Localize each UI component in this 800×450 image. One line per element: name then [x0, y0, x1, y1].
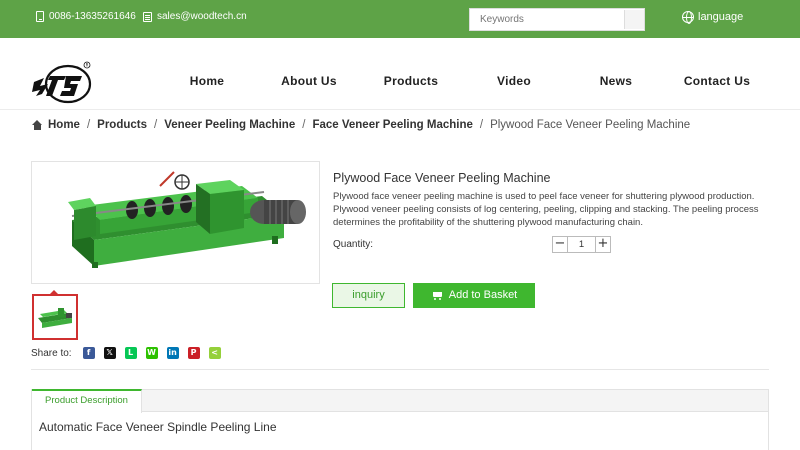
- breadcrumb-home[interactable]: Home: [48, 119, 80, 131]
- phone-icon: [36, 11, 44, 22]
- product-main-image[interactable]: [31, 161, 320, 284]
- breadcrumb-veneer-peeling-machine[interactable]: Veneer Peeling Machine: [164, 119, 295, 131]
- machine-thumbnail-illustration: [38, 308, 72, 328]
- breadcrumb-separator: /: [479, 119, 484, 131]
- sharethis-icon[interactable]: <: [208, 347, 221, 359]
- product-title: Plywood Face Veneer Peeling Machine: [333, 171, 551, 185]
- tab-content-title: Automatic Face Veneer Spindle Peeling Li…: [39, 420, 277, 434]
- globe-icon: [682, 11, 694, 24]
- breadcrumb-face-veneer-peeling-machine[interactable]: Face Veneer Peeling Machine: [312, 119, 472, 131]
- search-input[interactable]: [470, 9, 624, 30]
- quantity-input[interactable]: 1: [567, 236, 596, 253]
- x-twitter-icon[interactable]: 𝕏: [103, 347, 116, 359]
- breadcrumb-separator: /: [302, 119, 306, 131]
- share-bar: Share to: f 𝕏 L W in P <: [31, 346, 221, 360]
- inquiry-button[interactable]: inquiry: [332, 283, 405, 308]
- pinterest-icon[interactable]: P: [187, 347, 200, 359]
- linkedin-icon[interactable]: in: [166, 347, 179, 359]
- nav-video[interactable]: Video: [497, 74, 531, 88]
- product-description: Plywood face veneer peeling machine is u…: [333, 191, 759, 228]
- search-button[interactable]: [624, 10, 644, 29]
- quantity-increase-button[interactable]: +: [595, 236, 611, 253]
- breadcrumb: Home / Products / Veneer Peeling Machine…: [32, 119, 690, 131]
- tab-bar: [32, 390, 768, 412]
- phone-contact[interactable]: 0086-13635261646: [36, 11, 136, 22]
- add-to-basket-button[interactable]: Add to Basket: [413, 283, 535, 308]
- email-contact[interactable]: sales@woodtech.cn: [143, 11, 247, 22]
- nav-about-us[interactable]: About Us: [281, 74, 337, 88]
- breadcrumb-separator: /: [154, 119, 158, 131]
- breadcrumb-products[interactable]: Products: [97, 119, 147, 131]
- cart-icon: [431, 291, 443, 301]
- main-nav: Home About Us Products Video News Contac…: [160, 74, 780, 90]
- quantity-decrease-button[interactable]: −: [552, 236, 568, 253]
- site-header: R Home About Us Products Video News Cont…: [0, 38, 800, 110]
- quantity-label: Quantity:: [333, 239, 374, 250]
- add-to-basket-label: Add to Basket: [448, 289, 518, 301]
- breadcrumb-separator: /: [86, 119, 91, 131]
- facebook-icon[interactable]: f: [82, 347, 95, 359]
- nav-news[interactable]: News: [600, 74, 633, 88]
- line-icon[interactable]: L: [124, 347, 137, 359]
- top-bar: 0086-13635261646 sales@woodtech.cn langu…: [0, 0, 800, 38]
- company-logo[interactable]: R: [30, 60, 94, 108]
- nav-contact-us[interactable]: Contact Us: [684, 74, 750, 88]
- breadcrumb-current: Plywood Face Veneer Peeling Machine: [490, 119, 691, 131]
- svg-text:R: R: [86, 63, 89, 68]
- machine-illustration: [68, 171, 306, 268]
- email-address: sales@woodtech.cn: [157, 11, 247, 22]
- share-label: Share to:: [31, 347, 72, 359]
- search-box: [469, 8, 645, 31]
- phone-number: 0086-13635261646: [49, 11, 136, 22]
- email-icon: [143, 11, 152, 22]
- home-icon: [32, 120, 43, 130]
- language-label: language: [698, 11, 744, 23]
- quantity-stepper: − 1 +: [552, 236, 611, 253]
- product-thumbnail[interactable]: [32, 294, 78, 340]
- section-divider: [31, 369, 769, 370]
- wechat-icon[interactable]: W: [145, 347, 158, 359]
- nav-home[interactable]: Home: [190, 74, 225, 88]
- product-tabs: Product Description Automatic Face Venee…: [31, 389, 769, 450]
- tab-product-description[interactable]: Product Description: [32, 389, 142, 413]
- language-selector[interactable]: language: [682, 11, 744, 24]
- nav-products[interactable]: Products: [384, 74, 438, 88]
